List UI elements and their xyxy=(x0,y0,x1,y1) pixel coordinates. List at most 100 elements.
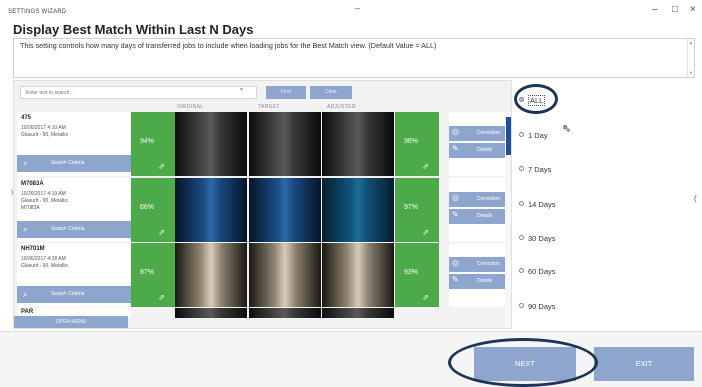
search-criteria-label: Search Criteria xyxy=(51,226,85,232)
days-option-list: ALL 1 Day 7 Days 14 Days 30 Days 60 Days… xyxy=(514,80,702,329)
swatch-adjusted xyxy=(322,112,394,176)
option-1-day[interactable]: 1 Day xyxy=(519,131,548,140)
details-label: Details xyxy=(477,147,493,153)
job-list-scrollbar[interactable] xyxy=(505,114,511,328)
radio-button[interactable] xyxy=(519,235,524,240)
search-criteria-icon: ⌕ xyxy=(23,159,28,168)
exit-button[interactable]: EXIT xyxy=(594,347,694,381)
original-match-percent: 94% xyxy=(140,138,155,145)
job-row[interactable]: NH701M 10/26/2017 4:18 AM Glasurit - 90,… xyxy=(17,243,511,307)
adjusted-match-cell: 93% ⇗ xyxy=(395,243,439,307)
original-match-percent: 86% xyxy=(140,204,155,211)
title-dash: – xyxy=(355,3,361,13)
radio-button[interactable] xyxy=(519,303,524,308)
job-paint: Glasurit - 90, Metallic xyxy=(21,198,68,204)
minimize-button[interactable]: – xyxy=(652,4,658,15)
radio-button[interactable] xyxy=(519,166,524,171)
job-date: 10/26/2017 4:10 AM xyxy=(21,125,66,131)
description-scrollbar[interactable]: ▲ ▼ xyxy=(687,39,694,77)
scroll-up-icon[interactable]: ▲ xyxy=(689,40,693,45)
pencil-icon: ✎ xyxy=(452,275,459,284)
job-preview-panel: ▼ Find Clear ORIGINAL TARGET ADJUSTED 47… xyxy=(13,80,512,329)
radio-button[interactable] xyxy=(519,268,524,273)
job-info: M7083A 10/26/2017 4:19 AM Glasurit - 90,… xyxy=(17,178,131,242)
job-row[interactable]: M7083A 10/26/2017 4:19 AM Glasurit - 90,… xyxy=(17,178,511,242)
annotation-circle xyxy=(514,84,558,114)
correction-icon: ◎ xyxy=(452,258,459,267)
share-icon[interactable]: ⇗ xyxy=(158,293,165,302)
swatch-target xyxy=(249,112,321,176)
pencil-icon: ✎ xyxy=(452,210,459,219)
app-title: SETTINGS WIZARD xyxy=(8,9,67,15)
job-paint: Glasurit - 90, Metallic xyxy=(21,263,68,269)
clear-button[interactable]: Clear xyxy=(310,86,352,99)
option-label: 7 Days xyxy=(528,165,552,174)
job-info: NH701M 10/26/2017 4:18 AM Glasurit - 90,… xyxy=(17,243,131,307)
description-text: This setting controls how many days of t… xyxy=(20,41,437,50)
pencil-icon: ✎ xyxy=(452,144,459,153)
original-match-percent: 87% xyxy=(140,269,155,276)
details-button[interactable]: ✎ Details xyxy=(449,274,511,289)
search-criteria-button[interactable]: ⌕ Search Criteria xyxy=(17,221,131,238)
adjusted-match-cell: 97% ⇗ xyxy=(395,178,439,242)
find-button[interactable]: Find xyxy=(266,86,306,99)
correction-label: Correction xyxy=(477,196,501,202)
option-label: 14 Days xyxy=(528,200,556,209)
job-id: PAR xyxy=(21,309,34,315)
scroll-down-icon[interactable]: ▼ xyxy=(689,70,693,75)
option-label: 90 Days xyxy=(528,302,556,311)
option-14-days[interactable]: 14 Days xyxy=(519,200,556,209)
swatch-original xyxy=(175,308,247,318)
correction-button[interactable]: ◎ Correction xyxy=(449,192,511,207)
scroll-thumb[interactable] xyxy=(506,117,511,155)
radio-button[interactable] xyxy=(519,201,524,206)
details-button[interactable]: ✎ Details xyxy=(449,143,511,158)
option-label: 60 Days xyxy=(528,267,556,276)
share-icon[interactable]: ⇗ xyxy=(422,162,429,171)
correction-icon: ◎ xyxy=(452,127,459,136)
original-match-cell: 94% ⇗ xyxy=(131,112,175,176)
edge-mark: ) xyxy=(11,190,13,196)
job-paint: Glasurit - 90, Metallic xyxy=(21,132,68,138)
job-actions: ◎ Correction ✎ Details xyxy=(449,178,511,242)
option-label: 30 Days xyxy=(528,234,556,243)
search-criteria-icon: ⌕ xyxy=(23,290,28,299)
adjusted-match-percent: 93% xyxy=(404,269,419,276)
share-icon[interactable]: ⇗ xyxy=(158,162,165,171)
share-icon[interactable]: ⇗ xyxy=(422,228,429,237)
search-input[interactable] xyxy=(20,86,257,99)
mouse-cursor-icon: ⇖ xyxy=(562,123,572,135)
chevron-down-icon[interactable]: ▼ xyxy=(239,87,244,93)
correction-button[interactable]: ◎ Correction xyxy=(449,257,511,272)
search-criteria-label: Search Criteria xyxy=(51,291,85,297)
option-7-days[interactable]: 7 Days xyxy=(519,165,551,174)
annotation-circle xyxy=(448,338,598,387)
edge-mark: ( xyxy=(694,194,697,203)
search-criteria-button[interactable]: ⌕ Search Criteria xyxy=(17,155,131,172)
option-30-days[interactable]: 30 Days xyxy=(519,234,556,243)
search-criteria-button[interactable]: ⌕ Search Criteria xyxy=(17,286,131,303)
share-icon[interactable]: ⇗ xyxy=(422,293,429,302)
option-90-days[interactable]: 90 Days xyxy=(519,302,556,311)
radio-button[interactable] xyxy=(519,132,524,137)
maximize-button[interactable]: □ xyxy=(672,4,678,15)
job-date: 10/26/2017 4:19 AM xyxy=(21,191,66,197)
details-button[interactable]: ✎ Details xyxy=(449,209,511,224)
option-60-days[interactable]: 60 Days xyxy=(519,267,556,276)
open-menu-button[interactable]: OPEN MENU xyxy=(14,316,128,328)
page-title: Display Best Match Within Last N Days xyxy=(13,22,254,37)
adjusted-match-cell: 96% ⇗ xyxy=(395,112,439,176)
close-button[interactable]: × xyxy=(690,4,696,15)
swatch-target xyxy=(249,243,321,307)
job-actions: ◎ Correction ✎ Details xyxy=(449,243,511,307)
swatch-adjusted xyxy=(322,243,394,307)
job-date: 10/26/2017 4:18 AM xyxy=(21,256,66,262)
original-match-cell: 86% ⇗ xyxy=(131,178,175,242)
correction-button[interactable]: ◎ Correction xyxy=(449,126,511,141)
job-row[interactable]: 475 10/26/2017 4:10 AM Glasurit - 90, Me… xyxy=(17,112,511,176)
swatch-original xyxy=(175,112,247,176)
column-header-target: TARGET xyxy=(258,104,280,110)
correction-icon: ◎ xyxy=(452,193,459,202)
original-match-cell: 87% ⇗ xyxy=(131,243,175,307)
share-icon[interactable]: ⇗ xyxy=(158,228,165,237)
